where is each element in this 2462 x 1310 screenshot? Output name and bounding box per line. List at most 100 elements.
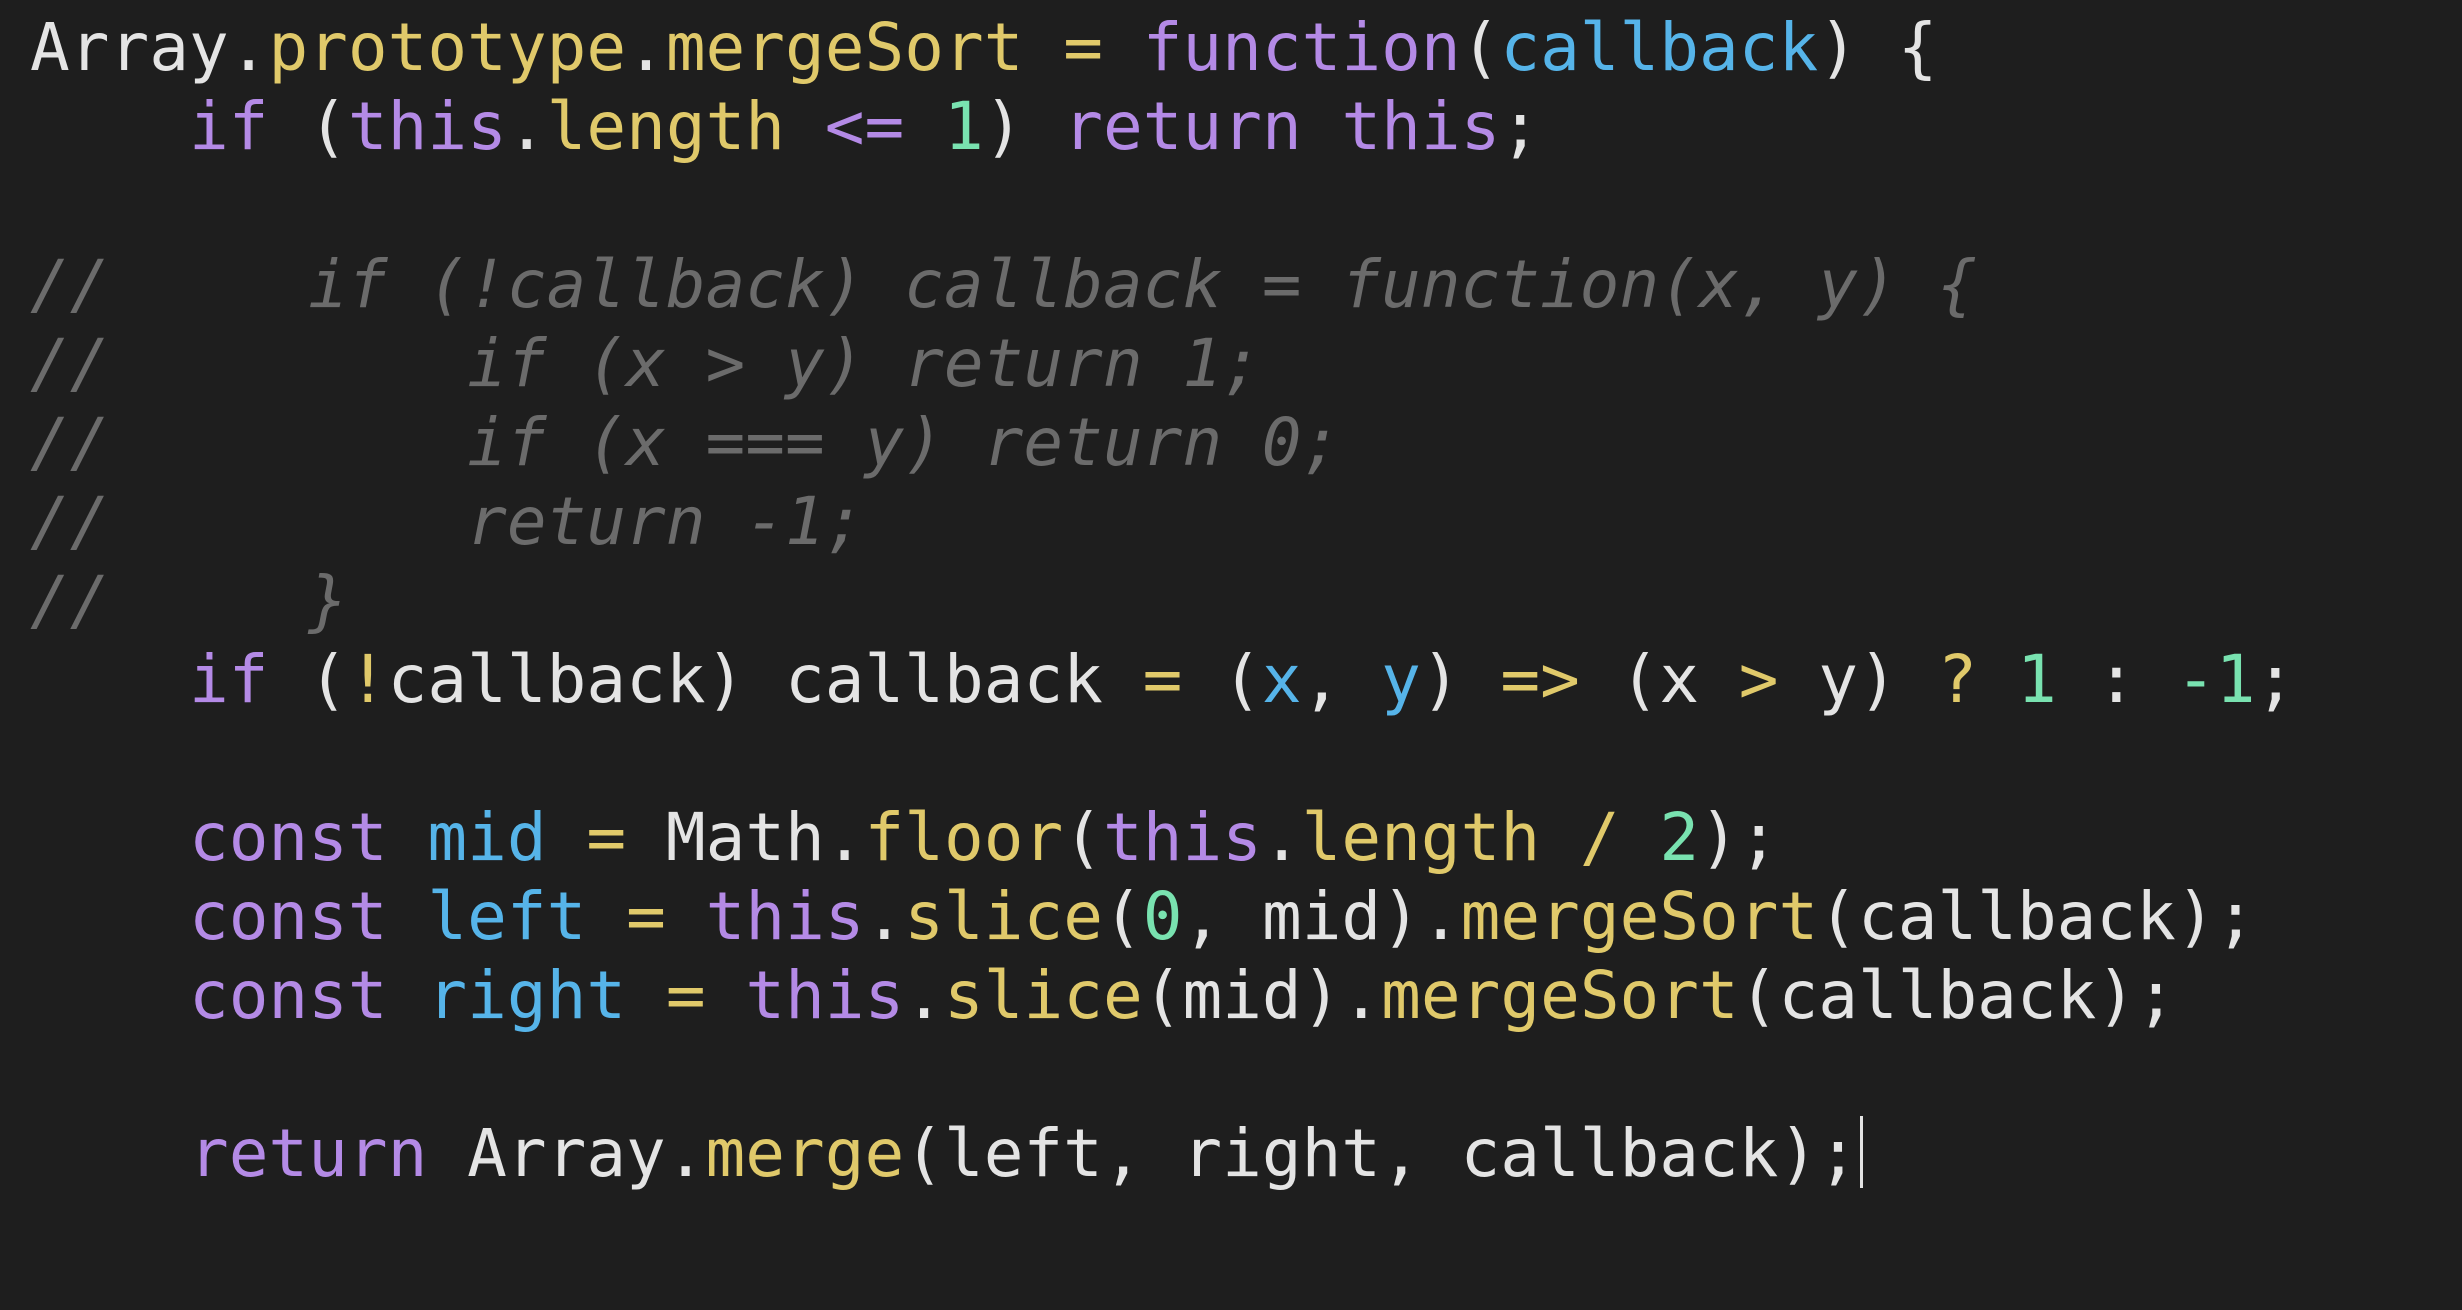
- code-token: ?: [1937, 641, 1978, 718]
- code-token: Array.: [427, 1115, 706, 1192]
- code-line[interactable]: // if (!callback) callback = function(x,…: [30, 245, 2295, 324]
- code-token: (callback);: [1738, 957, 2176, 1034]
- code-token: 0: [1142, 878, 1183, 955]
- code-token: (callback);: [1818, 878, 2256, 955]
- code-token: /: [1579, 799, 1620, 876]
- code-token: return: [1063, 88, 1302, 165]
- code-token: =: [1063, 9, 1103, 86]
- code-line[interactable]: if (!callback) callback = (x, y) => (x >…: [30, 640, 2295, 719]
- code-token: ) {: [1818, 9, 1938, 86]
- code-token: 1: [2017, 641, 2057, 718]
- code-token: >: [1738, 641, 1779, 718]
- code-token: );: [1699, 799, 1779, 876]
- code-token: left: [427, 878, 587, 955]
- code-token: return: [188, 1115, 428, 1192]
- code-line[interactable]: return Array.merge(left, right, callback…: [30, 1114, 2295, 1193]
- code-token: .: [506, 88, 547, 165]
- code-token: .: [1261, 799, 1302, 876]
- code-token: // }: [30, 562, 348, 639]
- code-token: =: [626, 878, 666, 955]
- code-token: .: [228, 9, 269, 86]
- code-line[interactable]: const right = this.slice(mid).mergeSort(…: [30, 956, 2295, 1035]
- code-token: ,: [1301, 641, 1382, 718]
- code-token: mergeSort: [1381, 957, 1739, 1034]
- code-token: merge: [705, 1115, 905, 1192]
- code-token: x: [1261, 641, 1302, 718]
- code-token: (: [268, 88, 348, 165]
- code-token: this: [1102, 799, 1262, 876]
- code-token: !: [347, 641, 388, 718]
- code-editor[interactable]: Array.prototype.mergeSort = function(cal…: [0, 0, 2462, 1310]
- code-token: // if (x > y) return 1;: [30, 325, 1262, 402]
- code-line[interactable]: const mid = Math.floor(this.length / 2);: [30, 798, 2295, 877]
- code-token: y: [1381, 641, 1421, 718]
- code-token: 1: [944, 88, 984, 165]
- code-line[interactable]: const left = this.slice(0, mid).mergeSor…: [30, 877, 2295, 956]
- code-line[interactable]: // return -1;: [30, 482, 2295, 561]
- code-token: .: [864, 878, 905, 955]
- code-token: y): [1778, 641, 1938, 718]
- code-token: mid: [427, 799, 547, 876]
- code-token: (: [1063, 799, 1103, 876]
- code-line[interactable]: // if (x > y) return 1;: [30, 324, 2295, 403]
- code-token: this: [347, 88, 507, 165]
- code-token: Array: [30, 9, 229, 86]
- code-token: =: [1142, 641, 1183, 718]
- code-line[interactable]: // if (x === y) return 0;: [30, 403, 2295, 482]
- code-token: this: [1341, 88, 1501, 165]
- code-token: right: [427, 957, 627, 1034]
- code-token: if: [188, 641, 269, 718]
- code-token: this: [705, 878, 865, 955]
- code-token: =: [665, 957, 706, 1034]
- code-line[interactable]: // }: [30, 561, 2295, 640]
- code-token: <=: [824, 88, 905, 165]
- code-token: floor: [864, 799, 1064, 876]
- code-token: =: [586, 799, 627, 876]
- code-token: (: [1460, 9, 1501, 86]
- code-token: .: [904, 957, 945, 1034]
- code-line[interactable]: [30, 1035, 2295, 1114]
- code-token: (x: [1579, 641, 1739, 718]
- text-cursor: [1859, 1116, 1863, 1188]
- code-token: const: [188, 957, 388, 1034]
- code-token: prototype: [268, 9, 627, 86]
- code-token: -1: [2175, 641, 2256, 718]
- code-token: callback: [1500, 9, 1819, 86]
- code-token: ;: [2255, 641, 2296, 718]
- code-token: // if (!callback) callback = function(x,…: [30, 246, 1978, 323]
- code-token: mergeSort: [1460, 878, 1819, 955]
- code-line[interactable]: [30, 166, 2295, 245]
- code-token: length: [546, 88, 786, 165]
- code-line[interactable]: Array.prototype.mergeSort = function(cal…: [30, 8, 2295, 87]
- code-line[interactable]: [30, 719, 2295, 798]
- code-token: // if (x === y) return 0;: [30, 404, 1342, 481]
- code-token: (: [1102, 878, 1143, 955]
- code-token: :: [2056, 641, 2176, 718]
- code-token: const: [188, 878, 388, 955]
- code-content[interactable]: Array.prototype.mergeSort = function(cal…: [30, 8, 2295, 1193]
- code-token: const: [188, 799, 388, 876]
- code-token: slice: [904, 878, 1103, 955]
- code-line[interactable]: if (this.length <= 1) return this;: [30, 87, 2295, 166]
- code-token: Math.: [626, 799, 865, 876]
- code-token: length: [1301, 799, 1541, 876]
